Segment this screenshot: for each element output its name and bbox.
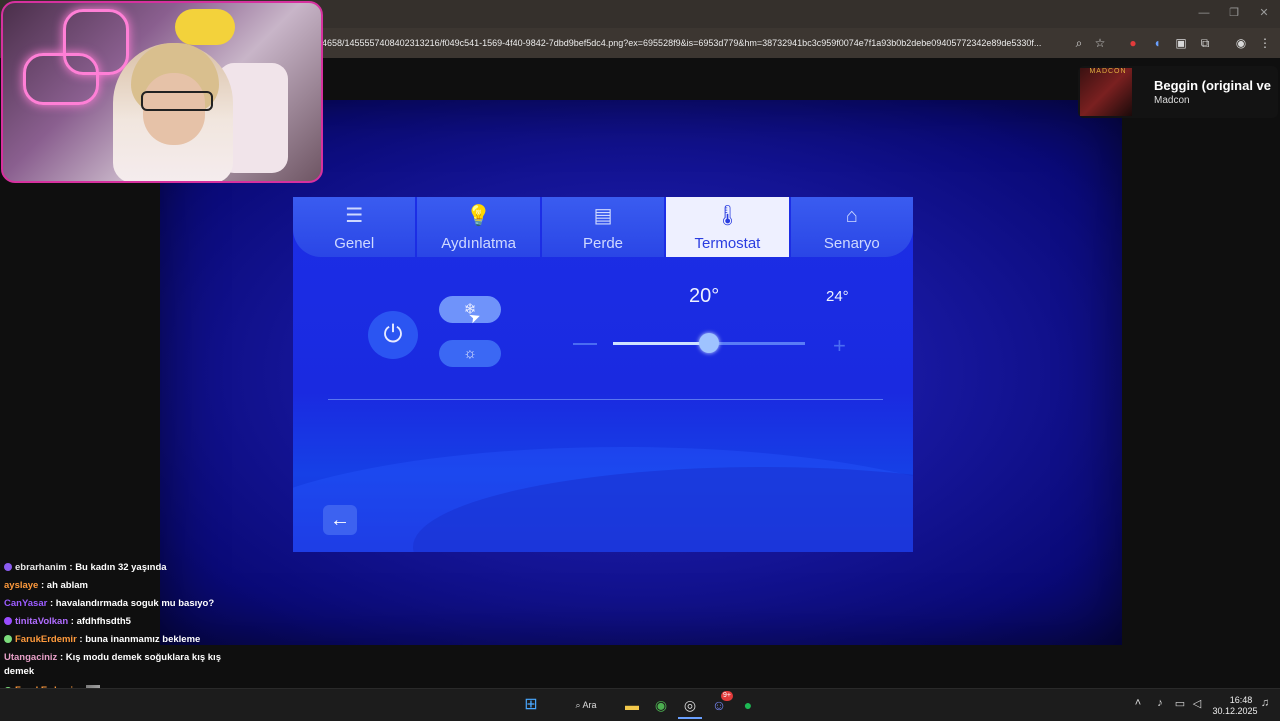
taskbar: ⊞ ⌕ Ara ▬ ◉ ◎ ☺ 9+ ● ˄ ♪ ▭ ◁ 16:48 30.12.… — [0, 688, 1280, 721]
tab-termostat[interactable]: 🌡 Termostat — [666, 197, 789, 257]
bookmark-star-icon[interactable]: ☆ — [1091, 34, 1109, 52]
curtain-icon: ▤ — [593, 205, 613, 227]
lightbulb-icon: 💡 — [466, 205, 492, 227]
divider — [328, 399, 883, 400]
extension-shield-icon[interactable]: ▣ — [1172, 34, 1190, 52]
close-button[interactable]: ✕ — [1254, 4, 1274, 22]
extension-audio-icon[interactable]: ◖ — [1148, 34, 1166, 52]
tab-bar: ☰ Genel 💡 Aydınlatma ▤ Perde 🌡 Termostat… — [293, 197, 913, 261]
heat-mode-button[interactable]: ☼ — [439, 340, 501, 367]
chat-username[interactable]: FarukErdemir — [15, 634, 77, 645]
chat-message: ebrarhanim : Bu kadın 32 yaşında — [4, 562, 167, 573]
max-temperature: 24° — [826, 288, 849, 305]
stream-chat: ebrarhanim : Bu kadın 32 yaşında ayslaye … — [0, 560, 240, 714]
clock-date[interactable]: 30.12.2025 — [1208, 706, 1262, 716]
tray-chevron-icon[interactable]: ˄ — [1131, 697, 1145, 713]
album-art: MADCON — [1080, 68, 1132, 116]
minimize-button[interactable]: — — [1194, 4, 1214, 22]
chat-message: demek — [4, 666, 34, 677]
temperature-slider[interactable] — [613, 333, 805, 353]
extensions-puzzle-icon[interactable]: ⧉ — [1196, 34, 1214, 52]
spotify-icon[interactable]: ● — [736, 693, 760, 717]
windows-start-icon[interactable]: ⊞ — [519, 693, 543, 717]
discord-badge: 9+ — [721, 691, 733, 701]
network-icon[interactable]: ▭ — [1173, 697, 1187, 713]
menu-kebab-icon[interactable]: ⋮ — [1256, 34, 1274, 52]
extension-record-icon[interactable]: ● — [1124, 34, 1142, 52]
zoom-icon[interactable]: ⌕ — [1070, 34, 1088, 52]
back-arrow-button[interactable]: ← — [323, 505, 357, 535]
power-button[interactable]: ⏻ — [368, 311, 418, 359]
profile-avatar-icon[interactable]: ◉ — [1232, 34, 1250, 52]
thermostat-panel: ☰ Genel 💡 Aydınlatma ▤ Perde 🌡 Termostat… — [293, 197, 913, 552]
obs-icon[interactable]: ◎ — [678, 693, 702, 719]
tab-senaryo[interactable]: ⌂ Senaryo — [790, 197, 913, 257]
tab-aydinlatma[interactable]: 💡 Aydınlatma — [417, 197, 540, 257]
chat-message: ayslaye : ah ablam — [4, 580, 88, 591]
chat-badge-icon — [4, 635, 12, 644]
house-icon: ⌂ — [845, 205, 858, 227]
chat-badge-icon — [4, 617, 12, 626]
discord-icon[interactable]: ☺ 9+ — [707, 691, 733, 717]
chat-message: Utangaciniz : Kış modu demek soğuklara k… — [4, 652, 221, 663]
sliders-icon: ☰ — [345, 205, 364, 227]
decrease-temp-button[interactable] — [573, 343, 597, 345]
glasses — [141, 91, 213, 111]
chat-text: : afdhfhsdth5 — [68, 616, 131, 627]
notification-bell-icon[interactable]: ♫ — [1258, 697, 1272, 713]
webcam-overlay — [1, 1, 323, 183]
url-text[interactable]: 4658/1455557408402313216/f049c541-1569-4… — [322, 28, 1067, 58]
plush-toy — [175, 9, 235, 45]
chat-text: : Kış modu demek soğuklara kış kış — [57, 652, 221, 663]
increase-temp-button[interactable]: + — [833, 333, 846, 359]
tab-label: Genel — [334, 235, 375, 252]
chat-username[interactable]: ebrarhanim — [15, 562, 67, 573]
chat-message: tinitaVolkan : afdhfhsdth5 — [4, 616, 131, 627]
slider-thumb[interactable] — [699, 333, 719, 353]
neon-sign — [23, 53, 99, 105]
chat-username[interactable]: tinitaVolkan — [15, 616, 68, 627]
chrome-icon[interactable]: ◉ — [649, 693, 673, 717]
chat-badge-icon — [4, 563, 12, 572]
song-artist: Madcon — [1154, 95, 1190, 106]
tab-label: Aydınlatma — [441, 235, 516, 252]
thermometer-icon: 🌡 — [714, 205, 741, 227]
volume-icon[interactable]: ◁ — [1190, 697, 1204, 713]
microphone-icon[interactable]: ♪ — [1153, 697, 1167, 713]
chat-text: : ah ablam — [38, 580, 88, 591]
chat-text: demek — [4, 666, 35, 677]
chat-message: FarukErdemir : buna inanmamız bekleme — [4, 634, 200, 645]
album-art-label: MADCON — [1089, 68, 1127, 75]
chat-username[interactable]: ayslaye — [4, 580, 38, 591]
search-label: Ara — [582, 700, 597, 710]
tab-perde[interactable]: ▤ Perde — [541, 197, 665, 257]
chat-text: : Bu kadın 32 yaşında — [66, 562, 167, 573]
chat-text: : havalandırmada soguk mu basıyo? — [47, 598, 215, 609]
tab-label: Perde — [583, 235, 624, 252]
chat-username[interactable]: CanYasar — [4, 598, 47, 609]
set-temperature: 20° — [689, 285, 720, 307]
taskbar-search[interactable]: ⌕ Ara — [560, 694, 612, 716]
now-playing-widget: MADCON Beggin (original ve Madcon — [1078, 66, 1278, 118]
slider-fill — [613, 342, 709, 345]
tab-label: Senaryo — [823, 235, 880, 252]
tab-label: Termostat — [694, 235, 761, 252]
tab-genel[interactable]: ☰ Genel — [293, 197, 416, 257]
song-title: Beggin (original ve — [1154, 78, 1272, 93]
restore-button[interactable]: ❐ — [1224, 4, 1244, 22]
chat-username[interactable]: Utangaciniz — [4, 652, 57, 663]
chat-message: CanYasar : havalandırmada soguk mu basıy… — [4, 598, 214, 609]
chat-text: : buna inanmamız bekleme — [76, 634, 201, 645]
file-explorer-icon[interactable]: ▬ — [620, 693, 644, 717]
